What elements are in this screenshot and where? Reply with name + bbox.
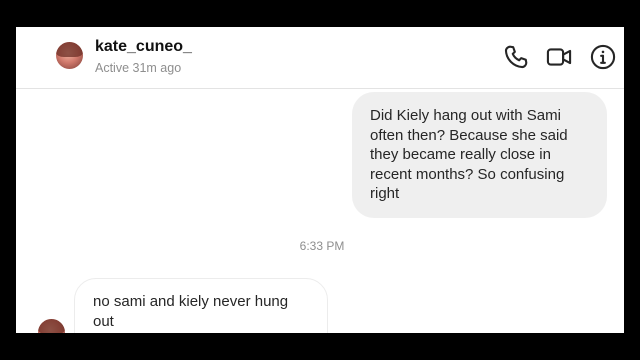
message-bubble-outgoing[interactable]: Did Kiely hang out with Sami often then?… <box>352 92 607 218</box>
info-icon[interactable] <box>589 43 617 71</box>
phone-icon[interactable] <box>502 43 530 71</box>
sender-avatar[interactable] <box>38 319 65 333</box>
message-timestamp: 6:33 PM <box>299 239 345 253</box>
chat-window: kate_cuneo_ Active 31m ago Did Kiely han… <box>16 27 624 333</box>
chat-header: kate_cuneo_ Active 31m ago <box>16 27 624 89</box>
avatar[interactable] <box>56 42 83 69</box>
message-bubble-incoming[interactable]: no sami and kiely never hung out <box>74 278 328 333</box>
active-status: Active 31m ago <box>95 61 182 75</box>
contact-username[interactable]: kate_cuneo_ <box>95 38 192 56</box>
video-camera-icon[interactable] <box>545 43 573 71</box>
